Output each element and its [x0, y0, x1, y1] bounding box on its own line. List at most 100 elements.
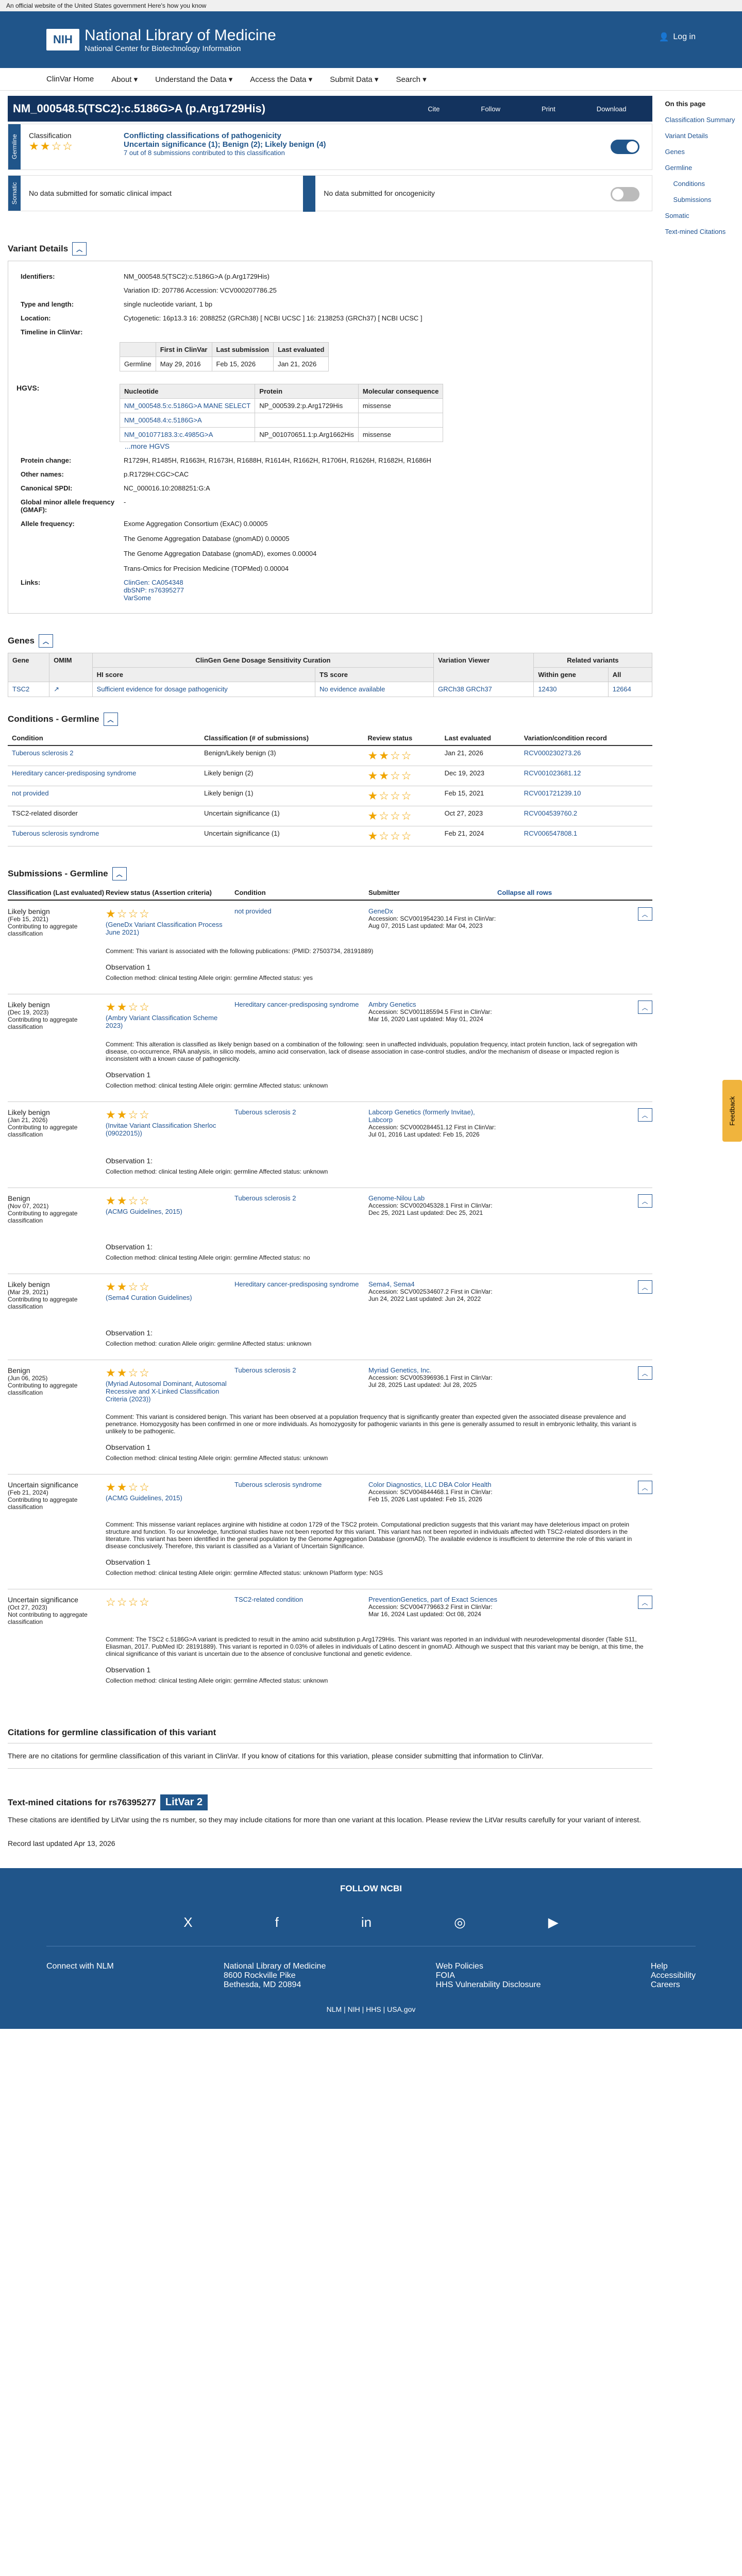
- conditions-table: Condition Classification (# of submission…: [8, 731, 652, 846]
- nih-logo[interactable]: NIH: [46, 29, 79, 50]
- condition-link[interactable]: TSC2-related condition: [234, 1596, 368, 1625]
- submission-row: Uncertain significance (Oct 27, 2023) Not …: [8, 1589, 652, 1632]
- condition-link[interactable]: Hereditary cancer-predisposing syndrome: [234, 1280, 368, 1310]
- cite-button[interactable]: Cite: [428, 105, 440, 113]
- condition-link[interactable]: Tuberous sclerosis 2: [234, 1194, 368, 1224]
- observation-details: Collection method: clinical testing Alle…: [106, 1677, 328, 1684]
- criteria-link[interactable]: (Ambry Variant Classification Scheme 202…: [106, 1014, 234, 1029]
- follow-button[interactable]: Follow: [481, 105, 500, 113]
- germline-toggle[interactable]: [610, 140, 639, 154]
- criteria-link[interactable]: (Sema4 Curation Guidelines): [106, 1294, 234, 1301]
- expand-row-icon[interactable]: ︿: [637, 1596, 652, 1609]
- submission-details: Comment: The TSC2 c.5186G>A variant is p…: [8, 1632, 652, 1697]
- clingen-link[interactable]: ClinGen: CA054348: [124, 579, 639, 586]
- observation-title: Observation 1: [106, 1558, 151, 1566]
- sidebar-item-submissions[interactable]: Submissions: [665, 196, 742, 204]
- linkedin-icon[interactable]: in: [361, 1914, 372, 1930]
- footer-bottom-links[interactable]: NLM | NIH | HHS | USA.gov: [46, 2005, 696, 2019]
- litvar-button[interactable]: LitVar 2: [160, 1794, 208, 1810]
- facebook-icon[interactable]: f: [275, 1914, 279, 1930]
- external-link-icon[interactable]: ↗: [49, 682, 93, 697]
- submitter-link[interactable]: Ambry Genetics: [368, 1001, 497, 1008]
- nav-submit[interactable]: Submit Data ▾: [330, 75, 378, 84]
- download-button[interactable]: Download: [597, 105, 627, 113]
- collapse-all-button[interactable]: Collapse all rows: [497, 889, 600, 896]
- expand-row-icon[interactable]: ︿: [637, 1366, 652, 1380]
- classification-note[interactable]: 7 out of 8 submissions contributed to th…: [124, 149, 598, 157]
- varsome-link[interactable]: VarSome: [124, 594, 639, 602]
- expand-row-icon[interactable]: ︿: [637, 1108, 652, 1122]
- submitter-link[interactable]: Myriad Genetics, Inc.: [368, 1366, 497, 1374]
- sidebar-item-conditions[interactable]: Conditions: [665, 180, 742, 188]
- submission-details: Observation 1: Collection method: curatio…: [8, 1316, 652, 1360]
- review-stars: ★★☆☆: [29, 140, 74, 152]
- submitter-link[interactable]: PreventionGenetics, part of Exact Scienc…: [368, 1596, 497, 1603]
- submitter-link[interactable]: Color Diagnostics, LLC DBA Color Health: [368, 1481, 497, 1488]
- submitter-link[interactable]: Labcorp Genetics (formerly Invitae), Lab…: [368, 1108, 497, 1124]
- nav-access[interactable]: Access the Data ▾: [250, 75, 312, 84]
- condition-link[interactable]: Tuberous sclerosis syndrome: [234, 1481, 368, 1511]
- collapse-icon[interactable]: ︿: [38, 634, 53, 648]
- submission-comment: Comment: This variant is associated with…: [106, 947, 374, 955]
- citations-text: There are no citations for germline clas…: [8, 1743, 652, 1769]
- expand-row-icon[interactable]: ︿: [637, 1001, 652, 1014]
- submitter-link[interactable]: Sema4, Sema4: [368, 1280, 497, 1288]
- expand-row-icon[interactable]: ︿: [637, 1481, 652, 1494]
- submission-classification: Uncertain significance: [8, 1481, 78, 1489]
- expand-row-icon[interactable]: ︿: [637, 1280, 652, 1294]
- submission-row: Likely benign (Feb 15, 2021) Contributing …: [8, 901, 652, 943]
- submitter-link[interactable]: Genome-Nilou Lab: [368, 1194, 497, 1202]
- dbsnp-link[interactable]: dbSNP: rs76395277: [124, 586, 639, 594]
- youtube-icon[interactable]: ▶: [548, 1914, 559, 1930]
- x-icon[interactable]: X: [183, 1914, 192, 1930]
- collapse-icon[interactable]: ︿: [103, 713, 118, 726]
- somatic-classification: Somatic No data submitted for somatic cl…: [8, 175, 652, 212]
- condition-link[interactable]: Tuberous sclerosis 2: [234, 1108, 368, 1138]
- observation-title: Observation 1: [106, 1443, 151, 1451]
- submission-classification: Likely benign: [8, 1280, 50, 1289]
- gene-link[interactable]: TSC2: [7, 682, 50, 697]
- criteria-link[interactable]: (ACMG Guidelines, 2015): [106, 1208, 234, 1215]
- condition-link[interactable]: Tuberous sclerosis 2: [234, 1366, 368, 1403]
- login-button[interactable]: 👤 Log in: [659, 32, 696, 42]
- sidebar-item-citations[interactable]: Text-mined Citations: [665, 228, 742, 235]
- site-title[interactable]: National Library of Medicine: [85, 27, 276, 44]
- expand-row-icon[interactable]: ︿: [637, 1194, 652, 1208]
- collapse-icon[interactable]: ︿: [112, 867, 127, 880]
- sidebar-item-genes[interactable]: Genes: [665, 148, 742, 156]
- collapse-icon[interactable]: ︿: [72, 242, 87, 256]
- criteria-link[interactable]: (Invitae Variant Classification Sherloc …: [106, 1122, 234, 1137]
- expand-row-icon[interactable]: ︿: [637, 907, 652, 921]
- contribution-note: Contributing to aggregate classification: [8, 1124, 78, 1138]
- field-label: Location:: [21, 314, 51, 322]
- variant-details-header: Variant Details ︿: [8, 242, 652, 256]
- contribution-note: Contributing to aggregate classification: [8, 1296, 78, 1310]
- germline-tab: Germline: [8, 124, 21, 170]
- sidebar-item-germline[interactable]: Germline: [665, 164, 742, 172]
- review-stars: ★★☆☆: [106, 1194, 150, 1207]
- more-hgvs-link[interactable]: ...more HGVS: [125, 442, 644, 450]
- github-icon[interactable]: ◎: [454, 1914, 466, 1930]
- print-button[interactable]: Print: [542, 105, 555, 113]
- classification-heading: Conflicting classifications of pathogeni…: [124, 131, 281, 140]
- observation-title: Observation 1:: [106, 1243, 153, 1251]
- condition-link[interactable]: not provided: [234, 907, 368, 937]
- feedback-button[interactable]: Feedback: [722, 1080, 742, 1142]
- sidebar-item-classification[interactable]: Classification Summary: [665, 116, 742, 124]
- submitter-link[interactable]: GeneDx: [368, 907, 497, 915]
- criteria-link[interactable]: (GeneDx Variant Classification Process J…: [106, 921, 234, 936]
- sidebar-item-details[interactable]: Variant Details: [665, 132, 742, 140]
- criteria-link[interactable]: (ACMG Guidelines, 2015): [106, 1494, 234, 1502]
- submission-row: Benign (Nov 07, 2021) Contributing to aggr…: [8, 1188, 652, 1230]
- condition-link[interactable]: Hereditary cancer-predisposing syndrome: [234, 1001, 368, 1030]
- criteria-link[interactable]: (Myriad Autosomal Dominant, Autosomal Re…: [106, 1380, 234, 1403]
- contribution-note: Not contributing to aggregate classifica…: [8, 1611, 88, 1625]
- submissions-cols: Classification (Last evaluated) Review s…: [8, 886, 652, 901]
- nav-about[interactable]: About ▾: [111, 75, 138, 84]
- nav-clinvar-home[interactable]: ClinVar Home: [46, 75, 94, 83]
- sidebar-item-somatic[interactable]: Somatic: [665, 212, 742, 219]
- somatic-toggle[interactable]: [610, 187, 639, 201]
- submission-classification: Benign: [8, 1366, 30, 1375]
- nav-search[interactable]: Search ▾: [396, 75, 426, 84]
- nav-understand[interactable]: Understand the Data ▾: [155, 75, 232, 84]
